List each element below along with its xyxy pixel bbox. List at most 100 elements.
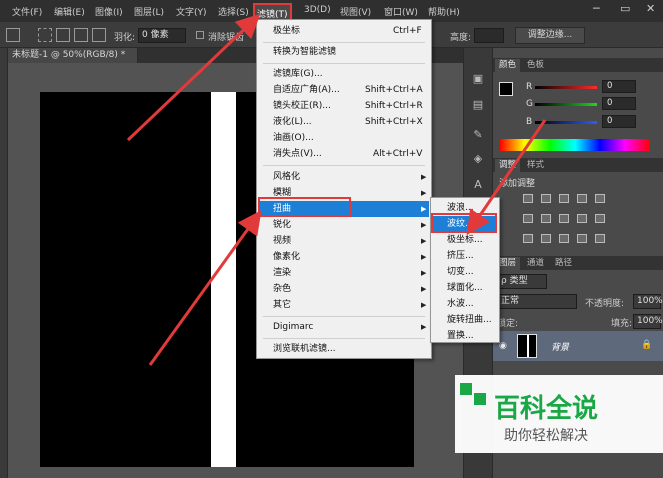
- submenu-item-displace[interactable]: 置换...: [433, 328, 497, 344]
- refine-edge-button[interactable]: 调整边缘...: [515, 27, 585, 44]
- submenu-item-polar-coordinates[interactable]: 极坐标...: [433, 232, 497, 248]
- exposure-icon[interactable]: [577, 194, 587, 203]
- menu-item-digimarc[interactable]: Digimarc ▶: [259, 319, 429, 335]
- clone-icon[interactable]: ◈: [470, 152, 486, 166]
- menu-item-browse-online-filters[interactable]: 浏览联机滤镜...: [259, 341, 429, 357]
- restore-icon[interactable]: ▭: [620, 2, 630, 15]
- properties-icon[interactable]: ▤: [470, 98, 486, 112]
- antialias-checkbox[interactable]: [196, 31, 204, 39]
- menu-edit[interactable]: 编辑(E): [54, 5, 85, 18]
- menu-layer[interactable]: 图层(L): [134, 5, 164, 18]
- levels-icon[interactable]: [541, 194, 551, 203]
- new-selection-icon[interactable]: [38, 28, 52, 42]
- menu-separator: [263, 316, 425, 317]
- menu-item-noise[interactable]: 杂色 ▶: [259, 281, 429, 297]
- menu-3d[interactable]: 3D(D): [304, 5, 331, 15]
- subtract-selection-icon[interactable]: [74, 28, 88, 42]
- menu-window[interactable]: 窗口(W): [384, 5, 418, 18]
- document-tab[interactable]: 未标题-1 @ 50%(RGB/8) *: [8, 48, 138, 63]
- red-slider[interactable]: [535, 86, 597, 89]
- menu-item-sharpen[interactable]: 锐化 ▶: [259, 217, 429, 233]
- layer-kind-filter[interactable]: ρ 类型: [497, 274, 547, 289]
- antialias-label: 消除锯齿: [208, 33, 245, 43]
- submenu-item-zigzag[interactable]: 水波...: [433, 296, 497, 312]
- menu-image[interactable]: 图像(I): [95, 5, 123, 18]
- invert-icon[interactable]: [523, 234, 533, 243]
- photo-filter-icon[interactable]: [577, 214, 587, 223]
- add-selection-icon[interactable]: [56, 28, 70, 42]
- lock-icon: 🔒: [641, 340, 653, 350]
- tab-swatches[interactable]: 色板: [523, 59, 548, 72]
- minimize-icon[interactable]: ─: [593, 2, 600, 15]
- menu-help[interactable]: 帮助(H): [428, 5, 460, 18]
- menu-item-smart-filter[interactable]: 转换为智能滤镜: [259, 44, 429, 60]
- vibrance-icon[interactable]: [595, 194, 605, 203]
- adjust-panel-tabs: 调整 样式: [493, 158, 663, 172]
- height-input[interactable]: [474, 28, 504, 43]
- menu-item-adaptive-wide-angle[interactable]: 自适应广角(A)... Shift+Ctrl+A: [259, 82, 429, 98]
- submenu-item-spherize[interactable]: 球面化...: [433, 280, 497, 296]
- menu-item-oil-paint[interactable]: 油画(O)...: [259, 130, 429, 146]
- eye-icon[interactable]: ◉: [499, 341, 507, 351]
- intersect-selection-icon[interactable]: [92, 28, 106, 42]
- brightness-icon[interactable]: [523, 194, 533, 203]
- gradient-map-icon[interactable]: [577, 234, 587, 243]
- blue-slider[interactable]: [535, 121, 597, 124]
- submenu-item-shear[interactable]: 切变...: [433, 264, 497, 280]
- green-slider[interactable]: [535, 103, 597, 106]
- menu-separator: [263, 42, 425, 43]
- opacity-input[interactable]: 100%: [633, 294, 663, 309]
- white-stripe: [211, 92, 236, 467]
- highlight-box-ripple: [431, 213, 497, 233]
- layer-row-background[interactable]: ◉ 背景 🔒: [493, 331, 663, 361]
- menu-item-video[interactable]: 视频 ▶: [259, 233, 429, 249]
- green-value-input[interactable]: 0: [602, 97, 636, 110]
- tab-channels[interactable]: 通道: [523, 257, 548, 270]
- menu-type[interactable]: 文字(Y): [176, 5, 207, 18]
- menu-item-stylize[interactable]: 风格化 ▶: [259, 169, 429, 185]
- fill-input[interactable]: 100%: [633, 314, 663, 329]
- hue-saturation-icon[interactable]: [523, 214, 533, 223]
- submenu-item-twirl[interactable]: 旋转扭曲...: [433, 312, 497, 328]
- menu-item-vanishing-point[interactable]: 消失点(V)... Alt+Ctrl+V: [259, 146, 429, 162]
- brush-icon[interactable]: ✎: [470, 128, 486, 142]
- curves-icon[interactable]: [559, 194, 569, 203]
- marquee-tool-icon[interactable]: [6, 28, 20, 42]
- menu-item-filter-gallery[interactable]: 滤镜库(G)...: [259, 66, 429, 82]
- red-value-input[interactable]: 0: [602, 80, 636, 93]
- menu-view[interactable]: 视图(V): [340, 5, 371, 18]
- blue-value-input[interactable]: 0: [602, 115, 636, 128]
- history-icon[interactable]: ▣: [470, 72, 486, 86]
- menu-separator: [263, 63, 425, 64]
- height-label: 高度:: [450, 33, 472, 43]
- submenu-item-pinch[interactable]: 挤压...: [433, 248, 497, 264]
- color-spectrum-bar[interactable]: [500, 139, 650, 151]
- close-icon[interactable]: ✕: [646, 2, 655, 15]
- menu-item-other[interactable]: 其它 ▶: [259, 297, 429, 313]
- color-balance-icon[interactable]: [541, 214, 551, 223]
- foreground-color-swatch[interactable]: [499, 82, 513, 96]
- tab-styles[interactable]: 样式: [523, 159, 548, 172]
- menu-select[interactable]: 选择(S): [218, 5, 249, 18]
- black-white-icon[interactable]: [559, 214, 569, 223]
- feather-label: 羽化:: [114, 33, 136, 43]
- channel-mixer-icon[interactable]: [595, 214, 605, 223]
- tools-panel: [0, 48, 8, 478]
- menu-item-liquify[interactable]: 液化(L)... Shift+Ctrl+X: [259, 114, 429, 130]
- character-icon[interactable]: A: [470, 178, 486, 192]
- menu-item-polar-coordinates[interactable]: 极坐标 Ctrl+F: [259, 23, 429, 39]
- threshold-icon[interactable]: [559, 234, 569, 243]
- selective-color-icon[interactable]: [595, 234, 605, 243]
- color-panel-tabs: 颜色 色板: [493, 58, 663, 72]
- tab-color[interactable]: 颜色: [495, 59, 521, 72]
- feather-input[interactable]: 0 像素: [138, 28, 186, 43]
- menu-item-lens-correction[interactable]: 镜头校正(R)... Shift+Ctrl+R: [259, 98, 429, 114]
- opacity-label: 不透明度:: [585, 299, 625, 309]
- blend-mode-select[interactable]: 正常: [497, 294, 577, 309]
- menu-file[interactable]: 文件(F): [12, 5, 42, 18]
- tab-adjustments[interactable]: 调整: [495, 159, 521, 172]
- menu-item-render[interactable]: 渲染 ▶: [259, 265, 429, 281]
- menu-item-pixelate[interactable]: 像素化 ▶: [259, 249, 429, 265]
- tab-paths[interactable]: 路径: [551, 257, 576, 270]
- posterize-icon[interactable]: [541, 234, 551, 243]
